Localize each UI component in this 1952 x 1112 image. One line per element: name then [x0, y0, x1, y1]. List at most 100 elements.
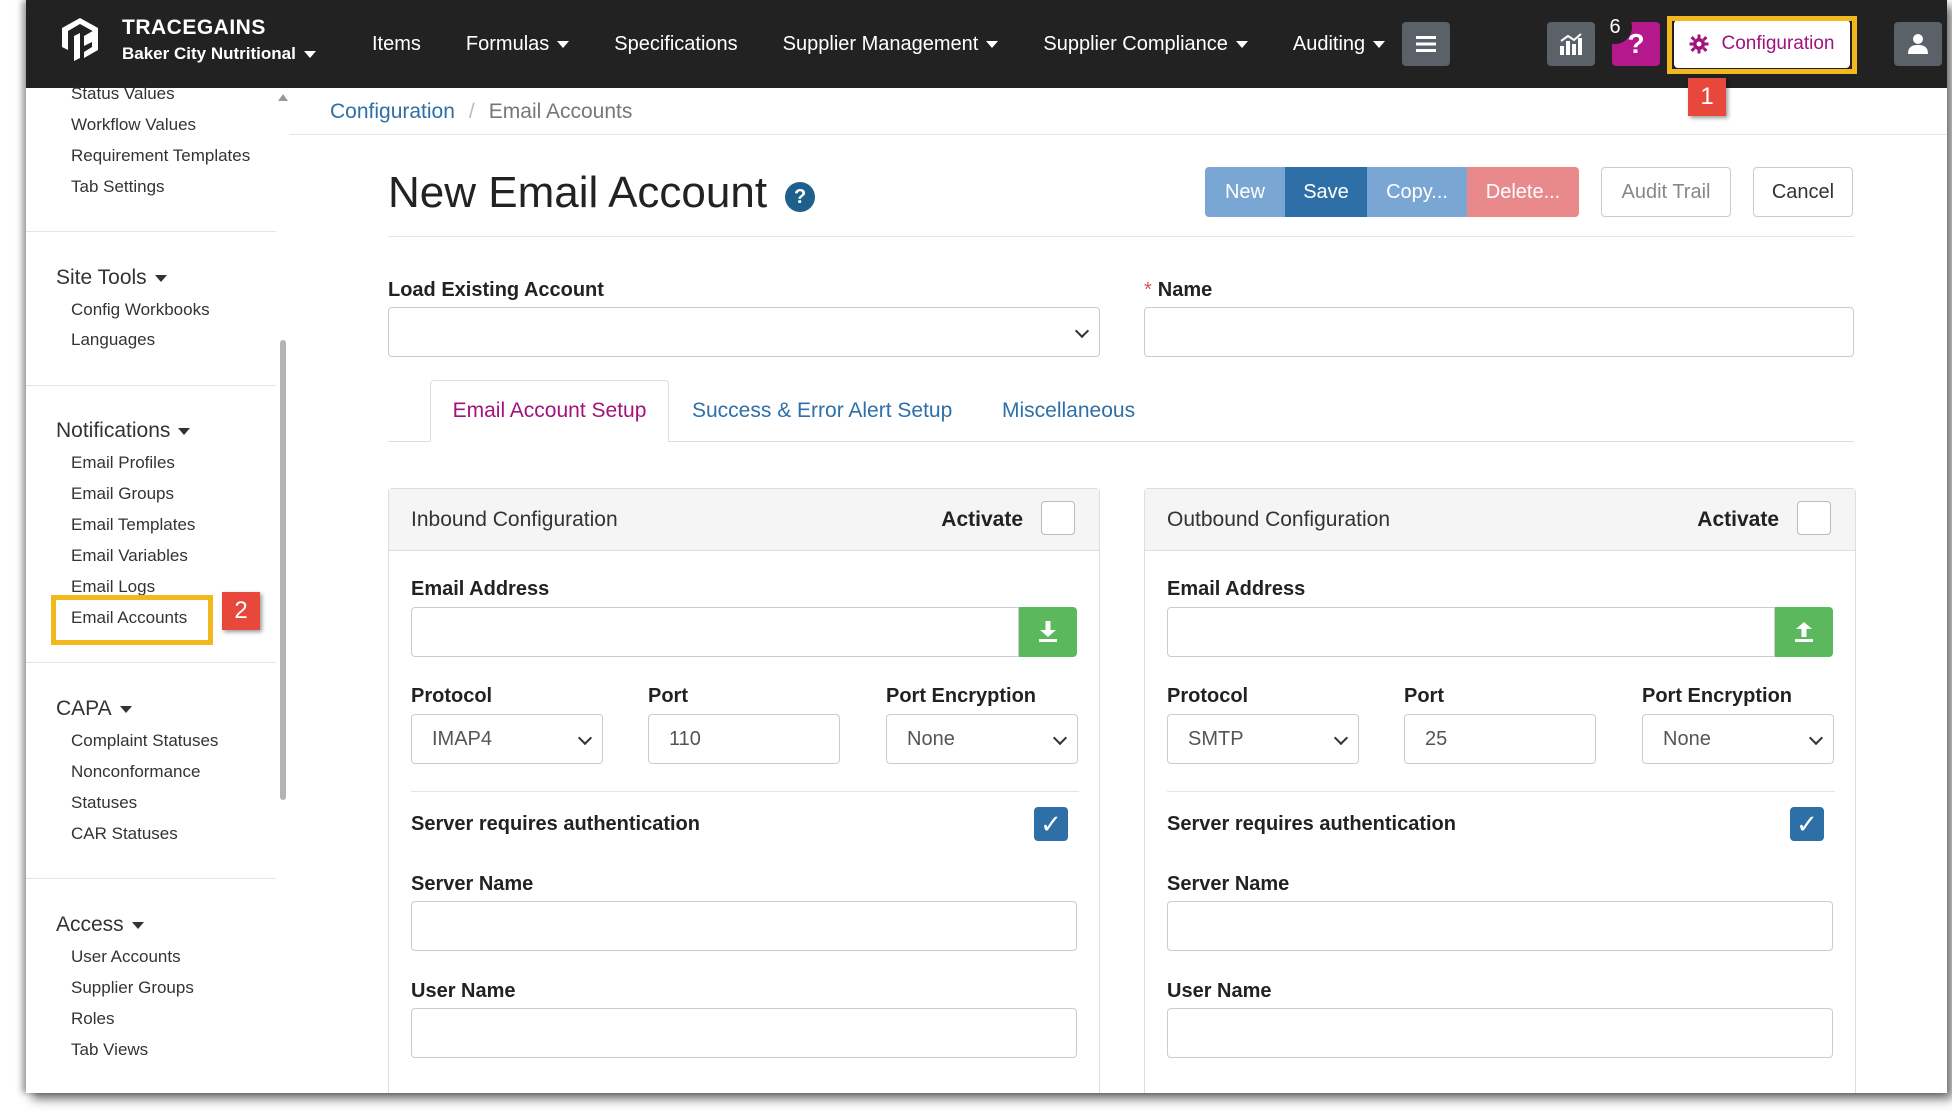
sidebar-item-email-variables[interactable]: Email Variables [71, 546, 188, 566]
nav-supplier-compliance[interactable]: Supplier Compliance [1043, 33, 1248, 56]
sidebar-item-workflow-values[interactable]: Workflow Values [71, 115, 196, 135]
sidebar-item-complaint-statuses[interactable]: Complaint Statuses [71, 731, 218, 751]
inbound-port-input[interactable]: 110 [648, 714, 840, 764]
sidebar-item-email-profiles[interactable]: Email Profiles [71, 453, 175, 473]
new-button[interactable]: New [1205, 167, 1285, 217]
outbound-email-input[interactable] [1167, 607, 1775, 657]
name-label-text: Name [1157, 279, 1213, 301]
name-input[interactable] [1144, 307, 1854, 357]
sidebar-item-tab-settings[interactable]: Tab Settings [71, 177, 165, 197]
sidebar-section-access[interactable]: Access [56, 913, 144, 937]
user-icon [1908, 34, 1928, 54]
inbound-user-input[interactable] [411, 1008, 1077, 1058]
select-value: None [1663, 727, 1711, 750]
sidebar-item-config-workbooks[interactable]: Config Workbooks [71, 300, 210, 320]
inbound-protocol-select[interactable]: IMAP4 [411, 714, 603, 764]
sidebar-section-site-tools[interactable]: Site Tools [56, 266, 167, 290]
sidebar-scroll-thumb[interactable] [280, 340, 286, 800]
nav-formulas[interactable]: Formulas [465, 32, 570, 56]
inbound-encryption-select[interactable]: None [886, 714, 1078, 764]
sidebar-section-capa[interactable]: CAPA [56, 697, 132, 721]
copy-button[interactable]: Copy... [1367, 167, 1467, 217]
user-menu-button[interactable] [1894, 22, 1942, 66]
sidebar-item-user-accounts[interactable]: User Accounts [71, 947, 181, 967]
outbound-upload-button[interactable] [1775, 607, 1833, 657]
sidebar-item-languages[interactable]: Languages [71, 330, 155, 350]
company-selector[interactable]: Baker City Nutritional [122, 44, 316, 64]
help-icon[interactable]: ? [785, 182, 816, 212]
chevron-down-icon [119, 705, 132, 713]
inbound-email-input[interactable] [411, 607, 1019, 657]
nav-items[interactable]: Items [372, 33, 421, 56]
scroll-up-icon[interactable] [278, 94, 288, 101]
outbound-port-input[interactable]: 25 [1404, 714, 1596, 764]
inbound-server-input[interactable] [411, 901, 1077, 951]
outbound-protocol-select[interactable]: SMTP [1167, 714, 1359, 764]
nav-label: Formulas [465, 32, 550, 55]
tracegains-logo-icon [62, 18, 98, 61]
chevron-down-icon [1808, 730, 1824, 746]
select-value: IMAP4 [432, 727, 493, 750]
breadcrumb-separator: / [468, 100, 475, 123]
outbound-auth-checkbox[interactable]: ✓ [1790, 807, 1824, 841]
breadcrumb-configuration[interactable]: Configuration [330, 100, 455, 124]
nav-auditing[interactable]: Auditing [1293, 33, 1386, 56]
save-button[interactable]: Save [1285, 167, 1367, 217]
page-title-text: New Email Account [388, 168, 768, 217]
cancel-button[interactable]: Cancel [1753, 167, 1853, 217]
sidebar-item-car-statuses[interactable]: CAR Statuses [71, 824, 178, 844]
sidebar-item-supplier-groups[interactable]: Supplier Groups [71, 978, 194, 998]
sidebar-item-statuses[interactable]: Statuses [71, 793, 137, 813]
more-menu-button[interactable] [1402, 22, 1450, 66]
annotation-highlight-configuration [1667, 16, 1857, 74]
inbound-activate-label: Activate [941, 508, 1023, 531]
inbound-title: Inbound Configuration [411, 508, 618, 531]
chevron-down-icon [557, 40, 570, 48]
analytics-button[interactable] [1547, 22, 1595, 66]
sidebar-divider [26, 231, 276, 232]
sidebar-divider [26, 662, 276, 663]
nav-label: Specifications [614, 32, 738, 55]
nav-label: Supplier Management [782, 32, 979, 55]
chevron-down-icon [1235, 40, 1248, 48]
tab-success-error-alert-setup[interactable]: Success & Error Alert Setup [692, 380, 952, 442]
select-value: None [907, 727, 955, 750]
outbound-auth-label: Server requires authentication [1167, 813, 1456, 835]
sidebar-item-email-groups[interactable]: Email Groups [71, 484, 174, 504]
sidebar-item-roles[interactable]: Roles [71, 1009, 114, 1029]
panel-divider [411, 791, 1079, 792]
download-icon [1039, 621, 1057, 642]
sidebar-item-nonconformance[interactable]: Nonconformance [71, 762, 200, 782]
outbound-port-label: Port [1404, 685, 1444, 707]
tab-miscellaneous[interactable]: Miscellaneous [1002, 380, 1135, 442]
chevron-down-icon [577, 730, 593, 746]
nav-specifications[interactable]: Specifications [614, 33, 737, 56]
nav-label: Items [372, 32, 421, 55]
nav-supplier-management[interactable]: Supplier Management [783, 33, 999, 56]
delete-button[interactable]: Delete... [1467, 167, 1579, 217]
breadcrumb: Configuration / Email Accounts [330, 100, 632, 124]
analytics-chart-icon [1560, 33, 1582, 55]
outbound-server-input[interactable] [1167, 901, 1833, 951]
outbound-user-input[interactable] [1167, 1008, 1833, 1058]
sidebar-section-notifications[interactable]: Notifications [56, 419, 191, 443]
sidebar-item-email-accounts[interactable]: Email Accounts [69, 608, 190, 628]
outbound-encryption-select[interactable]: None [1642, 714, 1834, 764]
inbound-panel-header: Inbound Configuration Activate [389, 489, 1099, 551]
inbound-activate-checkbox[interactable] [1041, 501, 1075, 535]
brand[interactable]: TRACEGAINS Baker City Nutritional [58, 14, 316, 66]
sidebar-item-requirement-templates[interactable]: Requirement Templates [71, 146, 250, 166]
audit-trail-button[interactable]: Audit Trail [1601, 167, 1731, 217]
select-value: SMTP [1188, 727, 1244, 750]
sidebar-item-status-values[interactable]: Status Values [71, 84, 175, 104]
inbound-email-label: Email Address [411, 578, 550, 600]
sidebar-item-email-logs[interactable]: Email Logs [71, 577, 155, 597]
panel-divider [1167, 791, 1835, 792]
tab-email-account-setup[interactable]: Email Account Setup [430, 380, 669, 442]
load-existing-select[interactable] [388, 307, 1100, 357]
sidebar-item-tab-views[interactable]: Tab Views [71, 1040, 148, 1060]
inbound-download-button[interactable] [1019, 607, 1077, 657]
outbound-activate-checkbox[interactable] [1797, 501, 1831, 535]
inbound-auth-checkbox[interactable]: ✓ [1034, 807, 1068, 841]
sidebar-item-email-templates[interactable]: Email Templates [71, 515, 195, 535]
